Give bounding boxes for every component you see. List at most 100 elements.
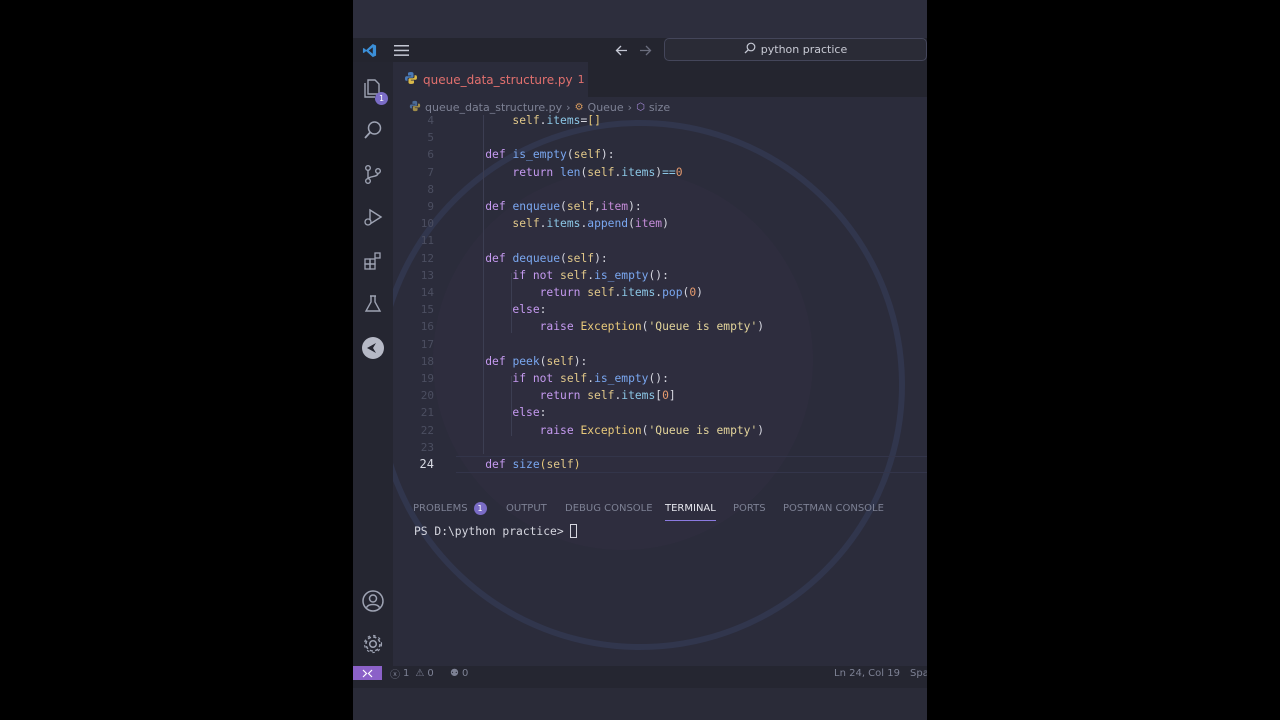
- code-token: ):: [594, 251, 608, 265]
- editor-tab-bar: queue_data_structure.py 1: [393, 62, 927, 97]
- code-editor[interactable]: 4 self.items=[] 5 6 def is_empty(self): 7 r…: [393, 115, 927, 490]
- remote-indicator-icon[interactable]: [353, 666, 382, 680]
- code-text: else:: [458, 301, 546, 318]
- ports-status[interactable]: ⚉ 0: [450, 662, 468, 684]
- code-line: 10 self.items.append(item): [393, 215, 927, 232]
- code-line: 19 if not self.is_empty():: [393, 370, 927, 387]
- breadcrumb-class[interactable]: Queue: [588, 101, 624, 114]
- code-token: ==: [662, 165, 676, 179]
- code-text: self.items=[]: [458, 115, 600, 129]
- tab-queue-data-structure[interactable]: queue_data_structure.py 1: [393, 62, 588, 97]
- explorer-icon[interactable]: 1: [353, 68, 393, 108]
- chevron-right-icon: ›: [566, 100, 571, 114]
- command-center-search[interactable]: python practice: [664, 38, 927, 61]
- video-top-strip: [353, 0, 927, 38]
- code-token: 0: [675, 165, 683, 179]
- source-control-icon[interactable]: [353, 154, 393, 194]
- run-debug-icon[interactable]: [353, 197, 393, 237]
- code-token: self: [587, 286, 615, 299]
- code-token: size: [512, 458, 540, 471]
- code-token: self: [566, 200, 595, 213]
- line-number: 17: [420, 337, 434, 351]
- code-line: 21 else:: [393, 404, 927, 421]
- forward-arrow-icon[interactable]: [636, 38, 654, 62]
- line-number: 19: [420, 372, 434, 385]
- code-token: def: [485, 148, 513, 162]
- cursor-position[interactable]: Ln 24, Col 19: [834, 662, 900, 684]
- panel-tab-debug-console[interactable]: DEBUG CONSOLE: [565, 497, 653, 519]
- search-icon: [744, 42, 756, 57]
- panel-tab-label: PORTS: [733, 502, 766, 514]
- code-line: 17: [393, 336, 927, 353]
- code-line: 18 def peek(self):: [393, 353, 927, 370]
- code-token: 'Queue is empty': [648, 320, 758, 334]
- code-line: 15 else:: [393, 301, 927, 318]
- code-token: def: [485, 200, 513, 213]
- code-line: 13 if not self.is_empty():: [393, 267, 927, 284]
- code-text: def size(self): [458, 456, 580, 473]
- panel-tab-problems[interactable]: PROBLEMS 1: [413, 497, 487, 519]
- error-icon: ⓧ: [390, 669, 400, 681]
- code-token: items: [621, 165, 656, 179]
- activity-bar: 1: [353, 62, 393, 666]
- panel-tab-terminal[interactable]: TERMINAL: [665, 497, 716, 521]
- testing-icon[interactable]: [353, 284, 393, 324]
- code-token: len: [560, 165, 581, 179]
- panel-tab-postman-console[interactable]: POSTMAN CONSOLE: [783, 497, 884, 519]
- code-token: (: [560, 200, 567, 213]
- code-line: 11: [393, 232, 927, 249]
- code-token: def: [485, 458, 513, 471]
- code-token: items: [546, 115, 581, 127]
- breadcrumb-file[interactable]: queue_data_structure.py: [425, 101, 562, 114]
- code-token: if not: [512, 268, 561, 282]
- code-line: 9 def enqueue(self,item):: [393, 198, 927, 215]
- code-token: is_empty: [594, 372, 649, 385]
- code-token: self: [587, 389, 615, 403]
- code-token: dequeue: [512, 251, 561, 265]
- code-token: is_empty: [512, 148, 567, 162]
- account-icon[interactable]: [353, 581, 393, 621]
- line-number: 4: [427, 115, 434, 127]
- ports-antenna-icon: ⚉: [450, 667, 459, 679]
- code-token: Exception: [580, 320, 642, 334]
- code-token: ):: [573, 354, 588, 368]
- code-token: self: [587, 165, 615, 179]
- code-line: 5: [393, 129, 927, 146]
- panel-tab-ports[interactable]: PORTS: [733, 497, 766, 519]
- code-token: append: [587, 217, 629, 231]
- code-token: Exception: [580, 423, 642, 437]
- problems-status[interactable]: ⓧ 1 ⚠ 0: [390, 662, 434, 684]
- settings-gear-icon[interactable]: [353, 624, 393, 664]
- code-token: ): [662, 217, 669, 231]
- code-token: item: [634, 217, 663, 231]
- warning-count: 0: [427, 667, 434, 679]
- code-token: items: [621, 389, 656, 403]
- terminal[interactable]: PS D:\python practice>: [414, 524, 577, 538]
- search-icon[interactable]: [353, 110, 393, 150]
- panel-tab-label: POSTMAN CONSOLE: [783, 502, 884, 514]
- code-line: 8: [393, 181, 927, 198]
- code-line: 14 return self.items.pop(0): [393, 284, 927, 301]
- code-text: self.items.append(item): [458, 215, 669, 232]
- code-token: (: [628, 217, 635, 231]
- code-text: return len(self.items)==0: [458, 164, 683, 181]
- panel-tab-bar: PROBLEMS 1 OUTPUT DEBUG CONSOLE TERMINAL PORT…: [393, 497, 927, 521]
- menu-hamburger-icon[interactable]: [391, 38, 411, 62]
- panel-tab-output[interactable]: OUTPUT: [506, 497, 547, 519]
- extensions-icon[interactable]: [353, 241, 393, 281]
- line-number: 24: [419, 457, 434, 471]
- code-token: items: [546, 217, 581, 231]
- code-token: (: [560, 251, 567, 265]
- breadcrumb-method[interactable]: size: [649, 101, 670, 114]
- code-token: ): [696, 286, 703, 299]
- line-number: 6: [427, 148, 434, 162]
- postman-icon[interactable]: [353, 328, 393, 368]
- back-arrow-icon[interactable]: [612, 38, 630, 62]
- terminal-cursor: [569, 524, 577, 538]
- indentation-status[interactable]: Spa: [910, 662, 927, 684]
